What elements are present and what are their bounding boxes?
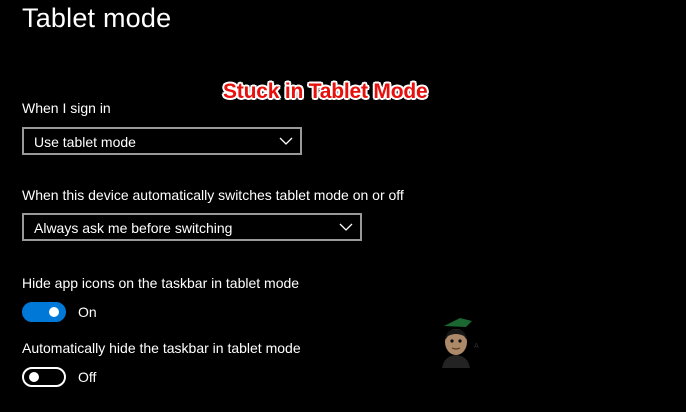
hide-app-icons-state: On: [78, 304, 97, 320]
hide-app-icons-toggle[interactable]: [22, 302, 66, 322]
toggle-knob: [29, 372, 39, 382]
toggle-knob: [49, 307, 59, 317]
sign-in-label: When I sign in: [22, 100, 111, 116]
overlay-caption: Stuck in Tablet Mode: [223, 80, 428, 103]
hide-app-icons-label: Hide app icons on the taskbar in tablet …: [22, 275, 300, 291]
chevron-down-icon: [339, 223, 353, 231]
page-title: Tablet mode: [22, 3, 172, 33]
auto-hide-taskbar-state: Off: [78, 369, 97, 385]
auto-switch-dropdown[interactable]: Always ask me before switching: [22, 213, 362, 241]
svg-text:A: A: [474, 343, 479, 350]
sign-in-selected-value: Use tablet mode: [34, 134, 136, 150]
chevron-down-icon: [279, 137, 293, 145]
auto-hide-taskbar-label: Automatically hide the taskbar in tablet…: [22, 340, 301, 356]
sign-in-dropdown[interactable]: Use tablet mode: [22, 127, 302, 155]
appuals-mascot-logo: A: [442, 318, 479, 368]
auto-hide-taskbar-toggle[interactable]: [22, 367, 66, 387]
auto-switch-selected-value: Always ask me before switching: [34, 220, 233, 236]
auto-switch-label: When this device automatically switches …: [22, 187, 404, 203]
